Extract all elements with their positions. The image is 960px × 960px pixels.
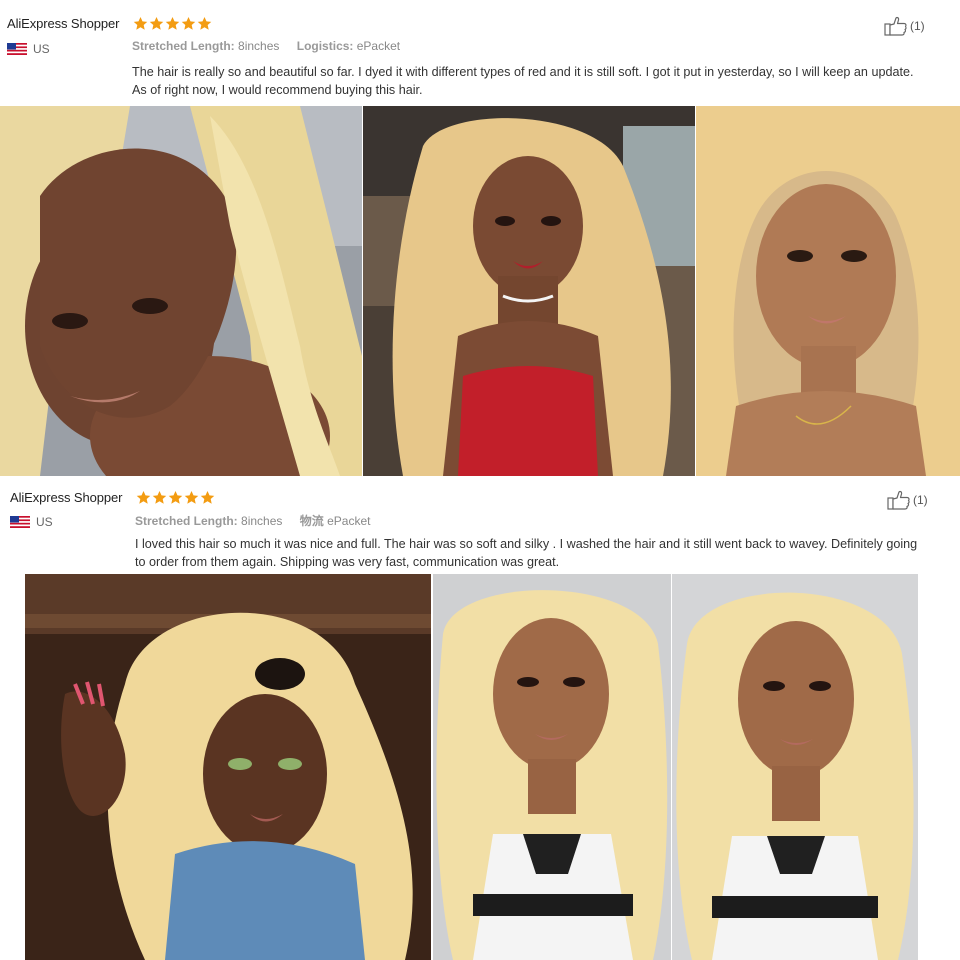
us-flag-icon — [10, 516, 30, 528]
detail-value: 8inches — [241, 514, 283, 528]
star-rating — [133, 16, 212, 31]
review-details: Stretched Length: 8inches 物流 ePacket — [135, 512, 384, 529]
review-text: The hair is really so and beautiful so f… — [132, 65, 914, 97]
star-icon — [149, 16, 164, 31]
review-photo[interactable] — [25, 574, 431, 960]
portrait-image — [0, 106, 362, 476]
reviewer-name: AliExpress Shopper — [7, 16, 120, 31]
review-text: I loved this hair so much it was nice an… — [135, 537, 918, 569]
star-icon — [152, 490, 167, 505]
portrait-image — [696, 106, 960, 476]
portrait-image — [433, 574, 671, 960]
review-card: AliExpress Shopper US Stretched Length: … — [0, 0, 960, 106]
review-photo[interactable] — [433, 574, 671, 960]
star-icon — [184, 490, 199, 505]
portrait-image — [363, 106, 695, 476]
star-icon — [136, 490, 151, 505]
review-photo[interactable] — [696, 106, 960, 476]
reviewer-country: US — [10, 515, 53, 529]
country-code: US — [33, 42, 50, 56]
review-details: Stretched Length: 8inches Logistics: ePa… — [132, 39, 414, 53]
country-code: US — [36, 515, 53, 529]
review-photo[interactable] — [0, 106, 362, 476]
thumbs-up-icon[interactable] — [884, 16, 908, 36]
detail-value: 8inches — [238, 39, 280, 53]
reviewer-country: US — [7, 42, 50, 56]
helpful-button[interactable]: (1) — [884, 16, 925, 36]
portrait-image — [672, 574, 918, 960]
star-icon — [197, 16, 212, 31]
star-rating — [136, 490, 215, 505]
helpful-count: (1) — [910, 19, 925, 33]
review-card: AliExpress Shopper US Stretched Length: … — [0, 478, 960, 574]
star-icon — [133, 16, 148, 31]
portrait-image — [25, 574, 431, 960]
detail-value: ePacket — [356, 39, 401, 53]
star-icon — [200, 490, 215, 505]
star-icon — [168, 490, 183, 505]
star-icon — [181, 16, 196, 31]
helpful-button[interactable]: (1) — [887, 490, 928, 510]
helpful-count: (1) — [913, 493, 928, 507]
review-photo[interactable] — [672, 574, 918, 960]
detail-label: Stretched Length: — [135, 514, 238, 528]
detail-label: 物流 — [299, 514, 324, 528]
detail-label: Stretched Length: — [132, 39, 235, 53]
detail-label: Logistics: — [296, 39, 354, 53]
review-photo[interactable] — [363, 106, 695, 476]
thumbs-up-icon[interactable] — [887, 490, 911, 510]
star-icon — [165, 16, 180, 31]
detail-value: ePacket — [327, 514, 371, 528]
us-flag-icon — [7, 43, 27, 55]
reviewer-name: AliExpress Shopper — [10, 490, 123, 505]
